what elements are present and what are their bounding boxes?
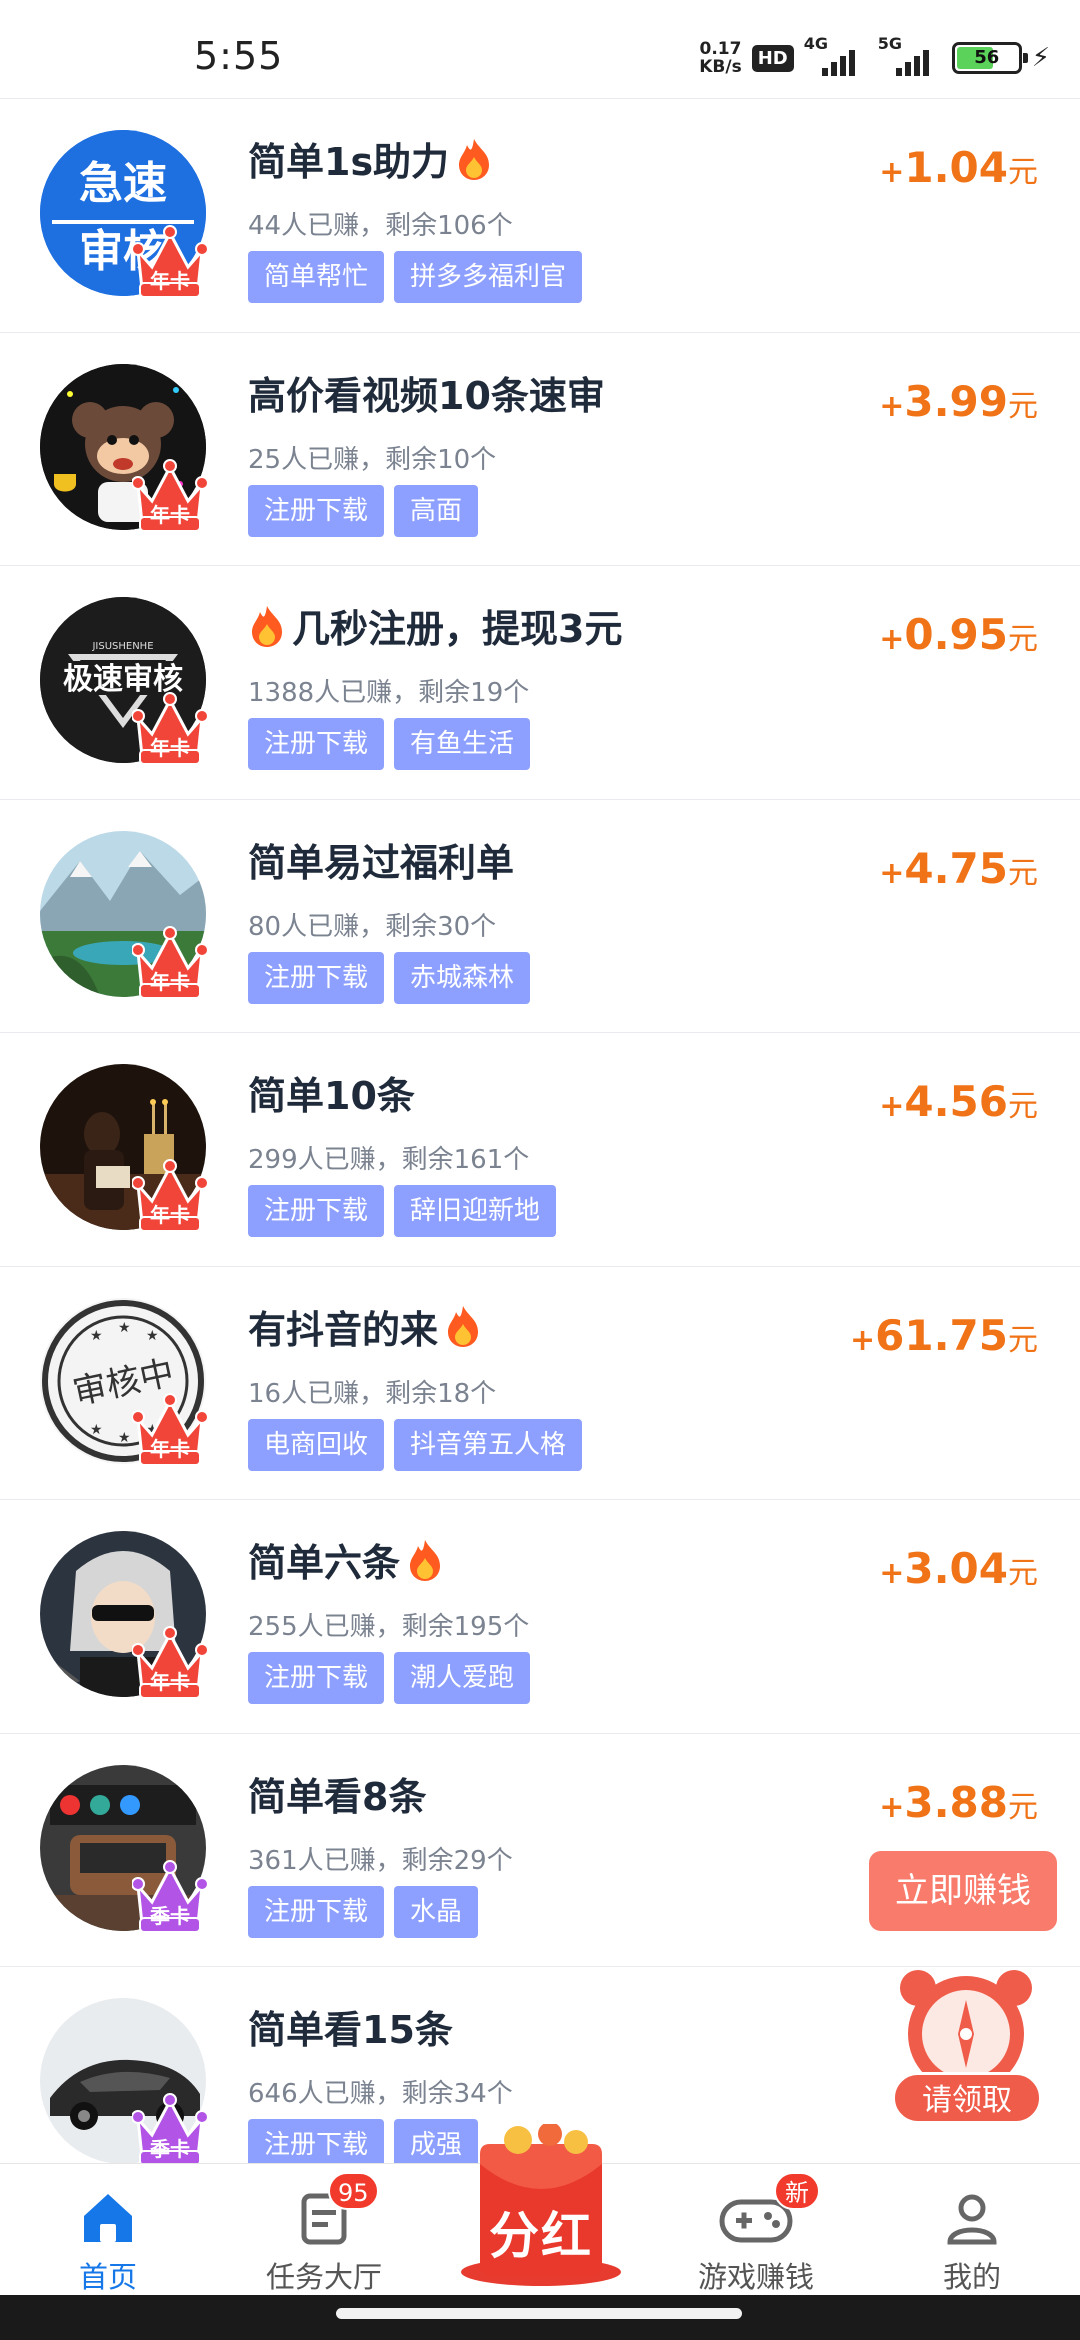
task-row[interactable]: 急速 审核 年卡 简单1s助力 44人已赚，剩余106个 简单帮忙 拼多多福利官… xyxy=(0,98,1080,332)
status-icons: 0.17 KB/s HD 4G 5G 56 ⚡ xyxy=(699,34,1050,78)
task-tag: 有鱼生活 xyxy=(394,718,531,770)
task-reward: +3.04 元 xyxy=(879,1544,1038,1593)
crown-badge-icon: 年卡 xyxy=(132,1391,208,1469)
network-speed: 0.17 KB/s xyxy=(699,39,742,77)
task-reward: +4.56 元 xyxy=(879,1077,1038,1126)
home-indicator[interactable] xyxy=(336,2308,742,2319)
task-reward: +3.88 元 xyxy=(879,1777,1038,1827)
charging-icon: ⚡ xyxy=(1031,43,1050,73)
task-stats: 44人已赚，剩余106个 xyxy=(248,211,513,241)
task-stats: 1388人已赚，剩余19个 xyxy=(248,678,530,708)
task-tags: 注册下载 潮人爱跑 xyxy=(248,1652,531,1704)
task-tag: 拼多多福利官 xyxy=(394,251,583,303)
task-reward: +4.75 元 xyxy=(879,843,1038,893)
task-tags: 简单帮忙 拼多多福利官 xyxy=(248,251,583,303)
fire-icon xyxy=(455,137,493,181)
task-tag: 注册下载 xyxy=(248,1652,385,1704)
svg-text:★: ★ xyxy=(118,1430,131,1446)
hd-icon: HD xyxy=(751,44,794,72)
task-title: 简单1s助力 xyxy=(248,131,493,186)
task-tag: 电商回收 xyxy=(248,1418,385,1471)
crown-badge-icon: 年卡 xyxy=(132,690,208,768)
task-tag: 潮人爱跑 xyxy=(394,1652,531,1704)
nav-task-hall[interactable]: 95 任务大厅 xyxy=(216,2164,432,2296)
task-stats: 80人已赚，剩余30个 xyxy=(248,911,497,942)
battery-icon: 56 xyxy=(951,42,1028,74)
task-stats: 361人已赚，剩余29个 xyxy=(248,1845,513,1876)
task-tag: 辞旧迎新地 xyxy=(394,1185,557,1237)
svg-text:★: ★ xyxy=(118,1320,131,1336)
crown-badge-icon: 年卡 xyxy=(132,1157,208,1235)
task-title: 简单10条 xyxy=(248,1074,415,1118)
task-title: 有抖音的来 xyxy=(248,1299,482,1354)
signal-4g-icon: 4G xyxy=(804,34,868,76)
task-title: 简单看15条 xyxy=(248,2008,453,2052)
task-reward: +1.04 元 xyxy=(879,143,1038,192)
svg-text:★: ★ xyxy=(146,1328,159,1344)
task-tag: 注册下载 xyxy=(248,1885,385,1938)
user-icon xyxy=(942,2188,1002,2248)
task-reward: +0.95 元 xyxy=(879,610,1038,659)
dividend-label: 分红 xyxy=(489,2207,593,2265)
svg-text:★: ★ xyxy=(90,1422,103,1438)
crown-badge-icon: 年卡 xyxy=(132,924,208,1002)
task-tags: 注册下载 水晶 xyxy=(248,1885,479,1938)
task-tag: 注册下载 xyxy=(248,484,385,537)
task-row[interactable]: JISUSHENHE 极速审核 年卡 几秒注册，提现3元 1388人已赚，剩余1… xyxy=(0,565,1080,799)
svg-text:★: ★ xyxy=(90,1328,103,1344)
status-time: 5:55 xyxy=(194,34,284,78)
fire-icon xyxy=(444,1304,482,1348)
gesture-bar xyxy=(0,2295,1080,2340)
signal-5g-icon: 5G xyxy=(878,34,942,76)
task-stats: 255人已赚，剩余195个 xyxy=(248,1612,530,1642)
new-badge: 新 xyxy=(774,2172,820,2210)
nav-home[interactable]: 首页 xyxy=(0,2164,216,2296)
svg-text:急速: 急速 xyxy=(79,158,167,209)
crown-badge-icon: 季卡 xyxy=(132,1858,208,1936)
task-tags: 注册下载 赤城森林 xyxy=(248,951,531,1004)
task-tag: 赤城森林 xyxy=(394,951,531,1004)
task-row[interactable]: 年卡 简单易过福利单 80人已赚，剩余30个 注册下载 赤城森林 +4.75 元 xyxy=(0,798,1080,1033)
fire-icon xyxy=(406,1538,444,1582)
task-tags: 注册下载 高面 xyxy=(248,484,479,537)
task-row[interactable]: 年卡 简单10条 299人已赚，剩余161个 注册下载 辞旧迎新地 +4.56 元 xyxy=(0,1032,1080,1266)
task-stats: 646人已赚，剩余34个 xyxy=(248,2079,513,2109)
task-row[interactable]: 年卡 简单六条 255人已赚，剩余195个 注册下载 潮人爱跑 +3.04 元 xyxy=(0,1499,1080,1733)
task-tag: 水晶 xyxy=(394,1885,479,1938)
nav-mine[interactable]: 我的 xyxy=(864,2164,1080,2296)
task-title: 简单易过福利单 xyxy=(248,840,515,885)
crown-badge-icon: 年卡 xyxy=(132,223,208,301)
task-tag: 高面 xyxy=(394,484,479,537)
claim-button[interactable]: 请领取 xyxy=(892,2072,1042,2124)
task-stats: 299人已赚，剩余161个 xyxy=(248,1145,530,1175)
home-icon xyxy=(78,2188,138,2248)
crown-badge-icon: 季卡 xyxy=(132,2091,208,2169)
task-tag: 抖音第五人格 xyxy=(394,1418,583,1471)
task-row[interactable]: 审核中 ★ ★ ★ ★ ★ ★ 年卡 有抖音的来 16人已赚，剩余18个 电商回收 抖音… xyxy=(0,1265,1080,1500)
earn-now-button[interactable]: 立即赚钱 xyxy=(869,1851,1057,1931)
status-bar: 5:55 0.17 KB/s HD 4G 5G 56 ⚡ xyxy=(0,0,1080,98)
task-row[interactable]: 年卡 高价看视频10条速审 25人已赚，剩余10个 注册下载 高面 +3.99 元 xyxy=(0,331,1080,566)
task-title: 简单看8条 xyxy=(248,1774,427,1819)
crown-badge-icon: 年卡 xyxy=(132,457,208,535)
task-count-badge: 95 xyxy=(328,2172,379,2210)
task-tag: 简单帮忙 xyxy=(248,251,385,303)
task-reward: +3.99 元 xyxy=(879,376,1038,426)
task-tag: 注册下载 xyxy=(248,718,385,770)
svg-text:JISUSHENHE: JISUSHENHE xyxy=(91,641,153,652)
task-reward: +61.75 元 xyxy=(850,1310,1038,1360)
task-tag: 注册下载 xyxy=(248,951,385,1004)
task-tag: 注册下载 xyxy=(248,1185,385,1237)
task-stats: 25人已赚，剩余10个 xyxy=(248,444,497,475)
fire-icon xyxy=(248,604,286,648)
task-title: 高价看视频10条速审 xyxy=(248,373,605,418)
nav-game-earn[interactable]: 新 游戏赚钱 xyxy=(648,2164,864,2296)
task-tags: 注册下载 有鱼生活 xyxy=(248,718,531,770)
task-title: 简单六条 xyxy=(248,1532,444,1587)
task-title: 几秒注册，提现3元 xyxy=(248,598,622,653)
crown-badge-icon: 年卡 xyxy=(132,1624,208,1702)
task-stats: 16人已赚，剩余18个 xyxy=(248,1378,497,1409)
task-tags: 注册下载 辞旧迎新地 xyxy=(248,1185,557,1237)
task-tags: 电商回收 抖音第五人格 xyxy=(248,1418,583,1471)
